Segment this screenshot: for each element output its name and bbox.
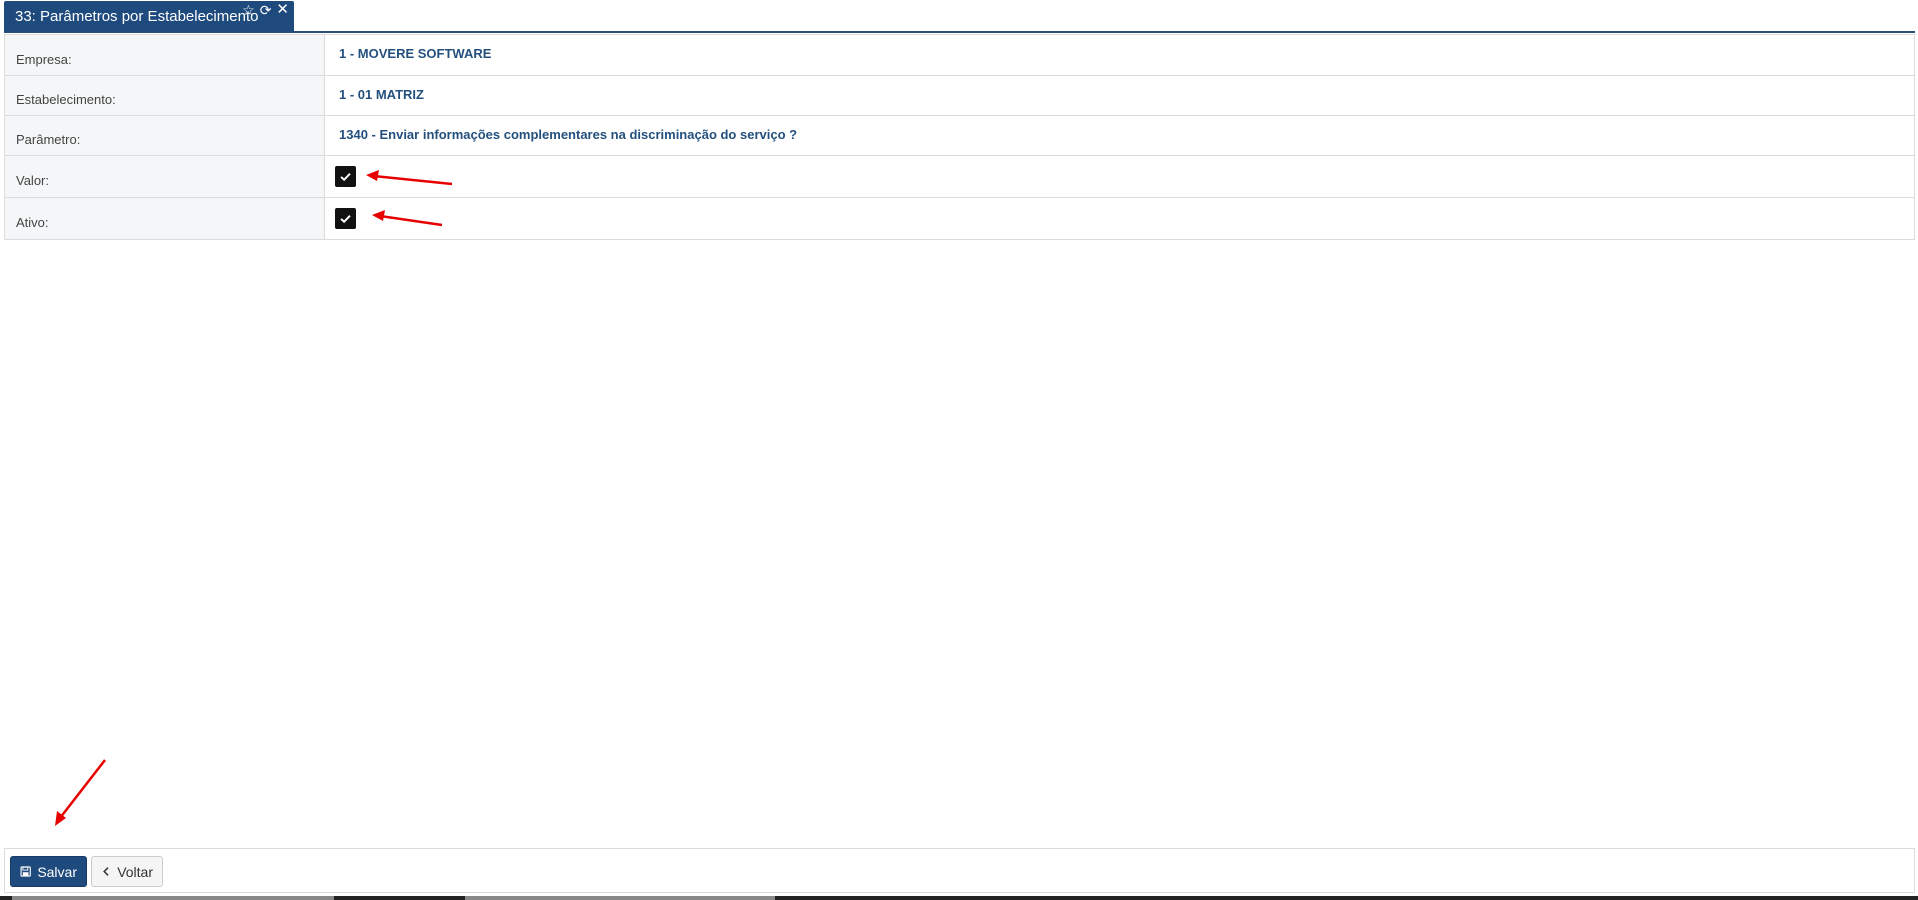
tab-icons: ☆ ⟳ ✕ bbox=[242, 2, 289, 17]
check-icon bbox=[340, 214, 351, 224]
close-icon[interactable]: ✕ bbox=[276, 2, 289, 17]
ativo-checkbox[interactable] bbox=[335, 208, 356, 229]
form-row-estabelecimento: Estabelecimento: 1 - 01 MATRIZ bbox=[5, 75, 1914, 115]
star-icon[interactable]: ☆ bbox=[242, 3, 255, 17]
empresa-label: Empresa: bbox=[5, 35, 325, 75]
form-row-empresa: Empresa: 1 - MOVERE SOFTWARE bbox=[5, 35, 1914, 75]
back-label: Voltar bbox=[117, 863, 153, 880]
valor-label: Valor: bbox=[5, 156, 325, 197]
valor-checkbox[interactable] bbox=[335, 166, 356, 187]
estabelecimento-label: Estabelecimento: bbox=[5, 76, 325, 115]
annotation-arrow-save bbox=[55, 759, 106, 826]
save-button[interactable]: Salvar bbox=[10, 856, 87, 887]
annotation-arrow-valor bbox=[366, 170, 453, 186]
ativo-label: Ativo: bbox=[5, 198, 325, 239]
parameter-form: Empresa: 1 - MOVERE SOFTWARE Estabelecim… bbox=[4, 34, 1915, 240]
parametro-value: 1340 - Enviar informações complementares… bbox=[339, 127, 798, 142]
parametro-label: Parâmetro: bbox=[5, 116, 325, 155]
empresa-value: 1 - MOVERE SOFTWARE bbox=[339, 46, 492, 61]
ativo-field bbox=[325, 198, 1914, 239]
action-footer: Salvar Voltar bbox=[4, 848, 1915, 893]
check-icon bbox=[340, 172, 351, 182]
taskbar-strip bbox=[0, 896, 1918, 900]
valor-field bbox=[325, 156, 1914, 197]
chevron-left-icon bbox=[103, 867, 109, 876]
back-button[interactable]: Voltar bbox=[91, 856, 163, 887]
page: 33: Parâmetros por Estabelecimento ☆ ⟳ ✕… bbox=[0, 0, 1918, 900]
form-row-valor: Valor: bbox=[5, 155, 1914, 197]
refresh-icon[interactable]: ⟳ bbox=[260, 3, 272, 17]
taskbar-segment bbox=[12, 896, 334, 900]
floppy-disk-icon bbox=[20, 866, 31, 877]
tab-bar: 33: Parâmetros por Estabelecimento ☆ ⟳ ✕ bbox=[4, 0, 1915, 33]
tab-title: 33: Parâmetros por Estabelecimento bbox=[15, 8, 259, 25]
save-label: Salvar bbox=[37, 863, 77, 880]
form-row-ativo: Ativo: bbox=[5, 197, 1914, 239]
form-row-parametro: Parâmetro: 1340 - Enviar informações com… bbox=[5, 115, 1914, 155]
taskbar-segment bbox=[465, 896, 775, 900]
annotation-arrow-ativo bbox=[372, 210, 443, 227]
tab-parametros-estabelecimento[interactable]: 33: Parâmetros por Estabelecimento ☆ ⟳ ✕ bbox=[4, 1, 294, 32]
estabelecimento-value: 1 - 01 MATRIZ bbox=[339, 87, 424, 102]
